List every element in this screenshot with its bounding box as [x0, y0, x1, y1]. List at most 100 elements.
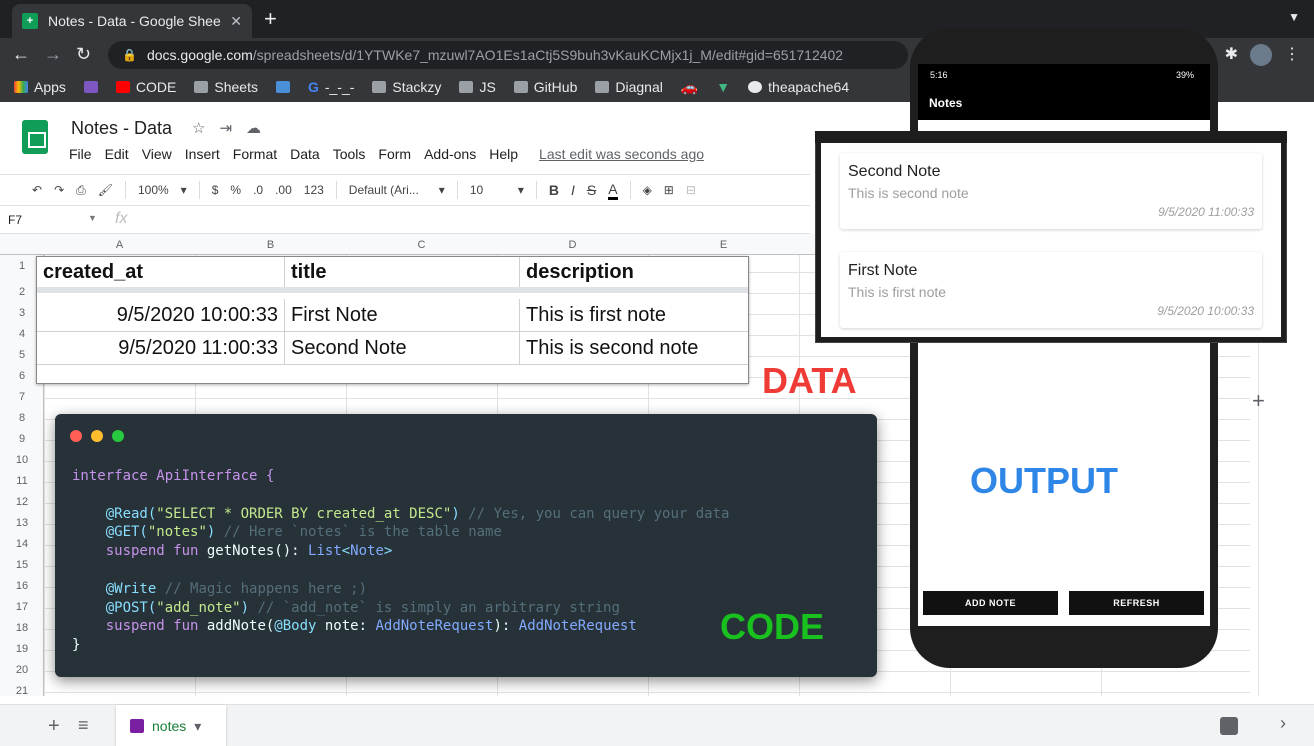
- all-sheets-icon[interactable]: ≡: [78, 715, 89, 736]
- sheets-logo-icon[interactable]: [22, 120, 48, 154]
- name-box[interactable]: F7: [8, 213, 22, 227]
- browser-menu-icon[interactable]: ⋮: [1284, 44, 1300, 66]
- bookmark-apps[interactable]: Apps: [14, 79, 66, 95]
- profile-avatar[interactable]: [1250, 44, 1272, 66]
- column-header[interactable]: A: [44, 239, 195, 251]
- table-cell[interactable]: Second Note: [285, 332, 520, 364]
- new-tab-button[interactable]: +: [264, 6, 277, 32]
- chevron-down-icon[interactable]: ▾: [518, 183, 524, 197]
- add-sheet-icon[interactable]: +: [48, 715, 60, 738]
- menu-file[interactable]: File: [69, 146, 92, 162]
- row-header[interactable]: 11: [0, 475, 44, 487]
- browser-tab[interactable]: + Notes - Data - Google Shee ✕: [12, 4, 252, 38]
- star-icon[interactable]: ☆: [192, 120, 219, 137]
- menu-view[interactable]: View: [142, 146, 172, 162]
- menu-format[interactable]: Format: [233, 146, 277, 162]
- bookmark-vue[interactable]: ▼: [716, 79, 730, 95]
- increase-decimal-button[interactable]: .00: [275, 183, 292, 197]
- fill-color-icon[interactable]: ◈: [643, 183, 652, 197]
- menu-edit[interactable]: Edit: [105, 146, 129, 162]
- menu-help[interactable]: Help: [489, 146, 518, 162]
- currency-button[interactable]: $: [212, 183, 219, 197]
- row-header[interactable]: 14: [0, 538, 44, 550]
- explore-icon[interactable]: [1220, 717, 1238, 735]
- close-tab-icon[interactable]: ✕: [230, 13, 242, 30]
- note-card[interactable]: Second Note This is second note 9/5/2020…: [840, 153, 1262, 229]
- menu-tools[interactable]: Tools: [333, 146, 366, 162]
- table-header-cell[interactable]: created_at: [37, 257, 285, 287]
- column-header[interactable]: D: [497, 239, 648, 251]
- reload-button[interactable]: ↻: [76, 44, 91, 65]
- table-cell[interactable]: 9/5/2020 11:00:33: [37, 332, 285, 364]
- strikethrough-button[interactable]: S: [587, 182, 596, 198]
- table-cell[interactable]: This is first note: [520, 299, 748, 331]
- bookmark-car[interactable]: 🚗: [681, 79, 698, 96]
- undo-icon[interactable]: ↶: [32, 183, 42, 197]
- column-header[interactable]: C: [346, 239, 497, 251]
- bookmark-code[interactable]: CODE: [115, 79, 176, 95]
- column-header[interactable]: B: [195, 239, 346, 251]
- row-header[interactable]: 17: [0, 601, 44, 613]
- cloud-icon[interactable]: ☁: [246, 120, 275, 137]
- bookmark-google[interactable]: G -_-_-: [308, 79, 354, 95]
- row-header[interactable]: 21: [0, 685, 44, 697]
- row-header[interactable]: 9: [0, 433, 44, 445]
- italic-button[interactable]: I: [571, 182, 575, 198]
- row-header[interactable]: 7: [0, 391, 44, 403]
- bold-button[interactable]: B: [549, 182, 559, 198]
- refresh-button[interactable]: REFRESH: [1069, 591, 1204, 615]
- zoom-select[interactable]: 100%: [138, 183, 169, 197]
- print-icon[interactable]: ⎙: [76, 183, 86, 198]
- row-header[interactable]: 13: [0, 517, 44, 529]
- bookmark-sheets[interactable]: Sheets: [194, 79, 258, 95]
- chevron-down-icon[interactable]: ▾: [194, 718, 201, 735]
- extensions-icon[interactable]: ✱: [1225, 44, 1238, 66]
- percent-button[interactable]: %: [230, 183, 241, 197]
- row-header[interactable]: 19: [0, 643, 44, 655]
- menu-form[interactable]: Form: [378, 146, 411, 162]
- row-header[interactable]: 18: [0, 622, 44, 634]
- sheet-tab-notes[interactable]: notes ▾: [116, 705, 226, 746]
- borders-icon[interactable]: ⊞: [664, 183, 674, 197]
- tab-search-icon[interactable]: ▼: [1288, 10, 1300, 24]
- back-button[interactable]: ←: [12, 44, 30, 65]
- get-addons-icon[interactable]: +: [1252, 388, 1265, 414]
- table-header-cell[interactable]: description: [520, 257, 748, 287]
- bookmark-theapache64[interactable]: theapache64: [748, 79, 849, 95]
- row-header[interactable]: 16: [0, 580, 44, 592]
- chevron-down-icon[interactable]: ▼: [88, 213, 97, 223]
- chevron-right-icon[interactable]: ›: [1280, 713, 1286, 734]
- row-header[interactable]: 8: [0, 412, 44, 424]
- bookmark-stackzy[interactable]: Stackzy: [372, 79, 441, 95]
- more-formats-button[interactable]: 123: [304, 183, 324, 197]
- bookmark-github[interactable]: GitHub: [513, 79, 577, 95]
- redo-icon[interactable]: ↷: [54, 183, 64, 197]
- paint-format-icon[interactable]: 🖌: [98, 183, 113, 197]
- merge-icon[interactable]: ⊟: [686, 183, 696, 197]
- row-header[interactable]: 10: [0, 454, 44, 466]
- menu-data[interactable]: Data: [290, 146, 320, 162]
- forward-button[interactable]: →: [44, 44, 62, 65]
- bookmark-icon-only[interactable]: [83, 81, 98, 93]
- column-header[interactable]: E: [648, 239, 799, 251]
- decrease-decimal-button[interactable]: .0: [253, 183, 263, 197]
- row-header[interactable]: 20: [0, 664, 44, 676]
- bookmark-diagnal[interactable]: Diagnal: [595, 79, 663, 95]
- bookmark-table[interactable]: [275, 81, 290, 93]
- bookmark-js[interactable]: JS: [459, 79, 496, 95]
- lock-icon[interactable]: 🔒: [122, 48, 137, 62]
- row-header[interactable]: 15: [0, 559, 44, 571]
- table-cell[interactable]: This is second note: [520, 332, 748, 364]
- chevron-down-icon[interactable]: ▾: [439, 183, 445, 197]
- table-header-cell[interactable]: title: [285, 257, 520, 287]
- table-cell[interactable]: 9/5/2020 10:00:33: [37, 299, 285, 331]
- add-note-button[interactable]: ADD NOTE: [923, 591, 1058, 615]
- document-title[interactable]: Notes - Data: [71, 118, 172, 139]
- menu-addons[interactable]: Add-ons: [424, 146, 476, 162]
- text-color-button[interactable]: A: [608, 181, 618, 200]
- table-cell[interactable]: First Note: [285, 299, 520, 331]
- font-select[interactable]: Default (Ari...: [349, 183, 427, 197]
- move-icon[interactable]: ⇥: [219, 120, 246, 137]
- address-bar[interactable]: 🔒 docs.google.com /spreadsheets/d/1YTWKe…: [108, 41, 908, 69]
- row-header[interactable]: 12: [0, 496, 44, 508]
